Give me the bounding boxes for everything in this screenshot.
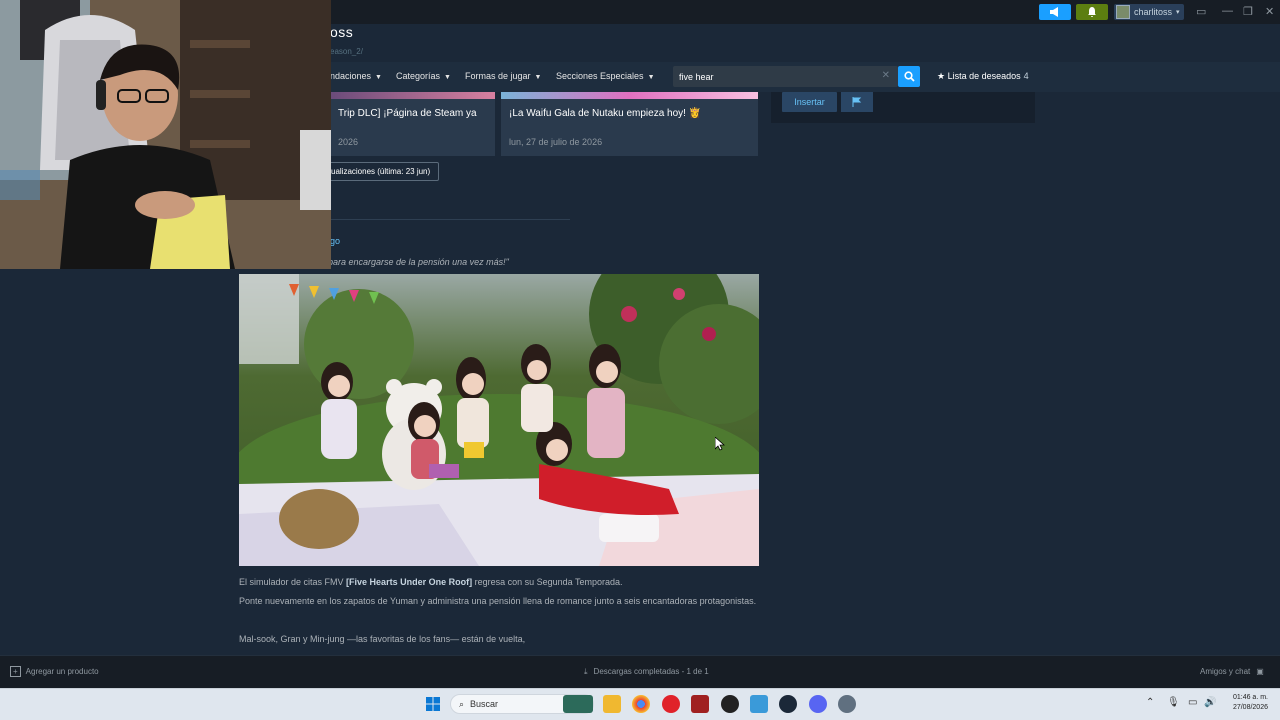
chevron-down-icon: ▼: [375, 74, 382, 81]
streamer-webcam: [0, 0, 331, 269]
clear-search-icon[interactable]: ✕: [882, 70, 890, 81]
plus-icon: +: [10, 666, 21, 677]
news-date: lun, 27 de julio de 2026: [509, 137, 603, 147]
media-player-icon[interactable]: [662, 695, 680, 713]
post-quote: para encargarse de la pensión una vez má…: [328, 257, 509, 267]
steam-icon[interactable]: [779, 695, 797, 713]
nav-recommendations[interactable]: ndaciones ▼: [330, 71, 382, 81]
minimize-button[interactable]: —: [1222, 5, 1233, 17]
news-title: ¡La Waifu Gala de Nutaku empieza hoy! 👸: [509, 108, 702, 119]
chevron-up-icon[interactable]: ⌃: [1146, 697, 1154, 708]
star-icon: ★: [937, 71, 946, 81]
picnic-photo: [239, 274, 759, 566]
network-icon[interactable]: ▭: [1188, 697, 1197, 708]
wishlist-link[interactable]: ★ Lista de deseados 4: [937, 71, 1029, 82]
chat-icon: ▣: [1256, 667, 1264, 676]
widget-icon[interactable]: [563, 695, 593, 713]
chrome-icon[interactable]: [632, 695, 650, 713]
divider: [330, 219, 570, 220]
close-button[interactable]: ✕: [1265, 5, 1274, 18]
settings-icon[interactable]: [838, 695, 856, 713]
search-input[interactable]: five hear ✕: [673, 66, 898, 87]
updates-button[interactable]: ualizaciones (última: 23 jun): [320, 162, 440, 181]
windows-start-icon[interactable]: [426, 697, 440, 711]
bell-icon: [1088, 7, 1096, 17]
page-title: oss: [330, 24, 354, 40]
news-card[interactable]: ¡La Waifu Gala de Nutaku empieza hoy! 👸 …: [501, 92, 758, 156]
username: charlitoss: [1134, 7, 1173, 17]
download-icon: ⤓: [584, 667, 588, 676]
restore-button[interactable]: ❐: [1243, 5, 1253, 18]
discord-icon[interactable]: [809, 695, 827, 713]
search-button[interactable]: [898, 66, 920, 87]
news-card[interactable]: Trip DLC] ¡Página de Steam ya 2026: [330, 92, 495, 156]
wishlist-count: 4: [1023, 71, 1029, 81]
obs-icon[interactable]: [721, 695, 739, 713]
app-icon[interactable]: [691, 695, 709, 713]
game-title: [Five Hearts Under One Roof]: [346, 577, 473, 587]
clock-date: 27/08/2026: [1232, 704, 1268, 711]
add-product-button[interactable]: + Agregar un producto: [10, 666, 99, 677]
news-thumbnail: [330, 92, 495, 99]
downloads-status[interactable]: ⤓ Descargas completadas - 1 de 1: [584, 667, 709, 677]
post-paragraph: Mal-sook, Gran y Min-jung —las favoritas…: [239, 634, 526, 644]
insert-button[interactable]: Insertar: [782, 92, 837, 112]
announcements-button[interactable]: [1039, 4, 1071, 20]
clock-time: 01:46 a. m.: [1232, 694, 1268, 701]
notifications-button[interactable]: [1076, 4, 1108, 20]
volume-icon[interactable]: 🔊: [1204, 697, 1216, 708]
avatar: [1116, 5, 1130, 19]
page-url: eason_2/: [330, 47, 363, 56]
nav-special-sections[interactable]: Secciones Especiales ▼: [556, 71, 655, 81]
search-icon: [903, 71, 915, 82]
nav-categories[interactable]: Categorías ▼: [396, 71, 451, 81]
webcam-overlay: [0, 0, 331, 269]
microphone-icon[interactable]: 🎙: [1167, 697, 1180, 708]
flag-icon: [852, 97, 862, 107]
news-date: 2026: [338, 137, 359, 147]
post-image: [239, 274, 759, 566]
file-explorer-icon[interactable]: [603, 695, 621, 713]
user-menu[interactable]: charlitoss ▾: [1114, 4, 1184, 20]
app-icon[interactable]: [750, 695, 768, 713]
report-button[interactable]: [841, 92, 873, 112]
news-title: Trip DLC] ¡Página de Steam ya: [338, 108, 477, 119]
post-paragraph: El simulador de citas FMV [Five Hearts U…: [239, 577, 623, 587]
taskbar-clock[interactable]: 01:46 a. m. 27/08/2026: [1224, 693, 1268, 713]
post-paragraph: Ponte nuevamente en los zapatos de Yuman…: [239, 596, 757, 606]
search-icon: ⌕: [459, 698, 465, 709]
chevron-down-icon: ▼: [444, 74, 451, 81]
news-thumbnail: [501, 92, 758, 99]
chevron-down-icon: ▼: [534, 74, 542, 81]
nav-ways-to-play[interactable]: Formas de jugar ▼: [465, 71, 541, 81]
chevron-down-icon: ▾: [1176, 9, 1180, 16]
friends-chat-button[interactable]: Amigos y chat ▣: [1200, 667, 1264, 676]
big-picture-icon[interactable]: ▭: [1196, 5, 1206, 18]
mouse-cursor-icon: [715, 437, 725, 451]
chevron-down-icon: ▼: [647, 74, 655, 81]
megaphone-icon: [1050, 7, 1058, 17]
author-link[interactable]: go: [330, 236, 340, 246]
